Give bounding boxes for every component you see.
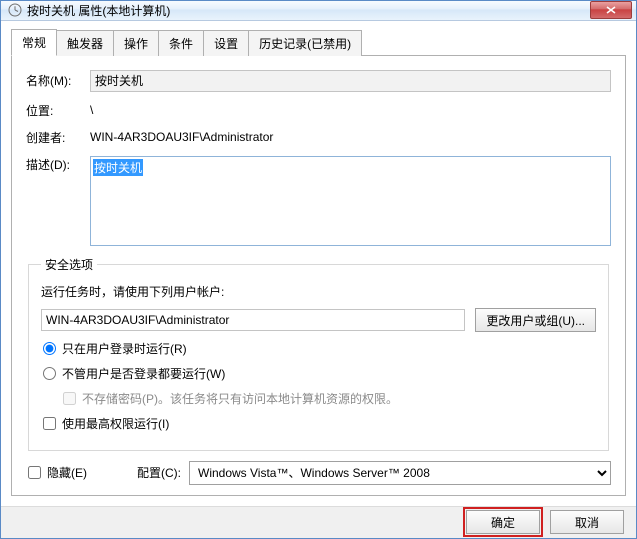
radio-any-input[interactable] bbox=[43, 367, 56, 380]
value-creator: WIN-4AR3DOAU3IF\Administrator bbox=[90, 130, 611, 144]
radio-logged-on-input[interactable] bbox=[43, 342, 56, 355]
checkbox-no-password: 不存储密码(P)。该任务将只有访问本地计算机资源的权限。 bbox=[63, 390, 596, 407]
input-name[interactable] bbox=[90, 70, 611, 92]
legend-security: 安全选项 bbox=[41, 256, 97, 273]
row-account: 更改用户或组(U)... bbox=[41, 308, 596, 332]
checkbox-no-password-label: 不存储密码(P)。该任务将只有访问本地计算机资源的权限。 bbox=[82, 390, 398, 407]
label-description: 描述(D): bbox=[26, 156, 90, 173]
label-name: 名称(M): bbox=[26, 72, 90, 89]
radio-any[interactable]: 不管用户是否登录都要运行(W) bbox=[41, 365, 596, 382]
radio-logged-on-label: 只在用户登录时运行(R) bbox=[62, 340, 187, 357]
description-selection: 按时关机 bbox=[93, 159, 143, 176]
textarea-description[interactable]: 按时关机 bbox=[90, 156, 611, 246]
label-run-as: 运行任务时，请使用下列用户帐户: bbox=[41, 283, 596, 300]
titlebar: 按时关机 属性(本地计算机) bbox=[1, 1, 636, 21]
tab-action[interactable]: 操作 bbox=[113, 30, 159, 56]
checkbox-highest-priv[interactable]: 使用最高权限运行(I) bbox=[41, 415, 596, 432]
value-location: \ bbox=[90, 103, 611, 117]
checkbox-hidden[interactable]: 隐藏(E) bbox=[26, 464, 87, 481]
change-user-button[interactable]: 更改用户或组(U)... bbox=[475, 308, 596, 332]
tab-trigger[interactable]: 触发器 bbox=[56, 30, 114, 56]
cancel-button[interactable]: 取消 bbox=[550, 510, 624, 534]
checkbox-hidden-input[interactable] bbox=[28, 466, 41, 479]
label-config: 配置(C): bbox=[137, 464, 181, 481]
clock-icon bbox=[7, 2, 23, 18]
label-creator: 创建者: bbox=[26, 129, 90, 146]
checkbox-hidden-label: 隐藏(E) bbox=[47, 464, 87, 481]
input-account[interactable] bbox=[41, 309, 465, 331]
content-area: 常规 触发器 操作 条件 设置 历史记录(已禁用) 名称(M): 位置: \ 创… bbox=[1, 21, 636, 506]
tab-setting[interactable]: 设置 bbox=[203, 30, 249, 56]
row-bottom: 隐藏(E) 配置(C): Windows Vista™、Windows Serv… bbox=[26, 461, 611, 485]
dialog-window: 按时关机 属性(本地计算机) 常规 触发器 操作 条件 设置 历史记录(已禁用)… bbox=[0, 0, 637, 539]
checkbox-no-password-input bbox=[63, 392, 76, 405]
dialog-footer: 确定 取消 bbox=[1, 506, 636, 538]
tab-panel-general: 名称(M): 位置: \ 创建者: WIN-4AR3DOAU3IF\Admini… bbox=[11, 55, 626, 496]
radio-logged-on[interactable]: 只在用户登录时运行(R) bbox=[41, 340, 596, 357]
tab-general[interactable]: 常规 bbox=[11, 29, 57, 56]
close-button[interactable] bbox=[590, 1, 632, 19]
ok-button[interactable]: 确定 bbox=[466, 510, 540, 534]
window-title: 按时关机 属性(本地计算机) bbox=[27, 2, 590, 19]
fieldset-security: 安全选项 运行任务时，请使用下列用户帐户: 更改用户或组(U)... 只在用户登… bbox=[28, 256, 609, 451]
label-location: 位置: bbox=[26, 102, 90, 119]
radio-any-label: 不管用户是否登录都要运行(W) bbox=[62, 365, 225, 382]
row-name: 名称(M): bbox=[26, 70, 611, 92]
close-icon bbox=[606, 6, 616, 14]
tab-condition[interactable]: 条件 bbox=[158, 30, 204, 56]
row-location: 位置: \ bbox=[26, 102, 611, 119]
tab-strip: 常规 触发器 操作 条件 设置 历史记录(已禁用) bbox=[11, 29, 626, 56]
select-config[interactable]: Windows Vista™、Windows Server™ 2008 bbox=[189, 461, 611, 485]
row-creator: 创建者: WIN-4AR3DOAU3IF\Administrator bbox=[26, 129, 611, 146]
checkbox-highest-priv-input[interactable] bbox=[43, 417, 56, 430]
row-description: 描述(D): 按时关机 bbox=[26, 156, 611, 246]
tab-history[interactable]: 历史记录(已禁用) bbox=[248, 30, 362, 56]
checkbox-highest-priv-label: 使用最高权限运行(I) bbox=[62, 415, 169, 432]
